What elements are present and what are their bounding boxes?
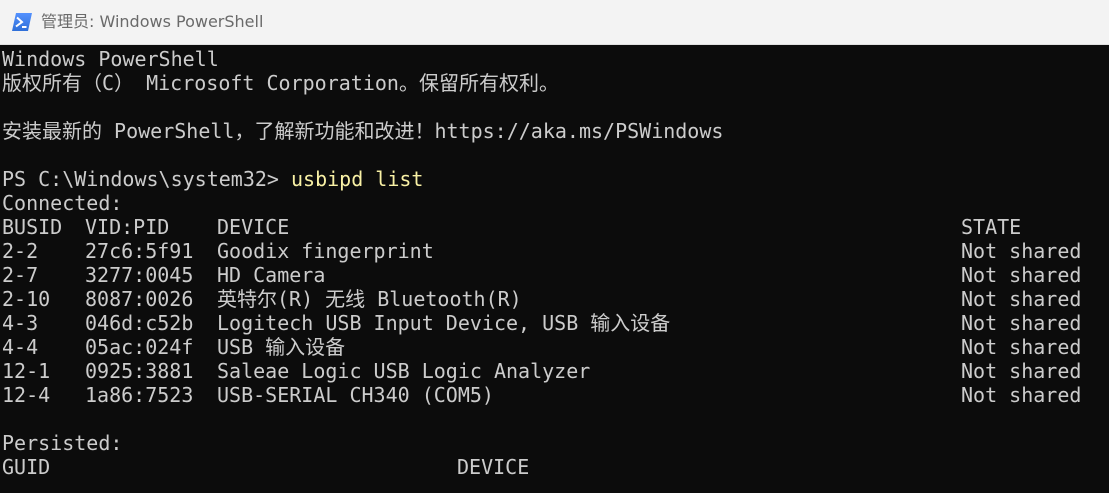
persisted-label: Persisted: (2, 431, 123, 455)
vidpid-cell: 3277:0045 (85, 263, 194, 287)
device-cell: USB 输入设备 (217, 335, 346, 359)
busid-cell: 12-1 (2, 359, 51, 383)
device-cell: Logitech USB Input Device, USB 输入设备 (217, 311, 671, 335)
title-bar[interactable]: 管理员: Windows PowerShell (0, 0, 1109, 45)
console-output[interactable]: Windows PowerShell 版权所有（C） Microsoft Cor… (0, 45, 1109, 493)
header-guid: GUID (2, 455, 51, 479)
state-cell: Not shared (961, 359, 1082, 383)
busid-cell: 2-2 (2, 239, 39, 263)
window-title: 管理员: Windows PowerShell (41, 12, 264, 31)
command-text: usbipd list (290, 167, 424, 191)
powershell-icon (12, 13, 32, 31)
state-cell: Not shared (961, 287, 1082, 311)
busid-cell: 4-4 (2, 335, 39, 359)
device-cell: 英特尔(R) 无线 Bluetooth(R) (217, 287, 522, 311)
vidpid-cell: 05ac:024f (85, 335, 194, 359)
state-cell: Not shared (961, 383, 1082, 407)
header-persisted-device: DEVICE (457, 455, 530, 479)
busid-cell: 12-4 (2, 383, 51, 407)
header-vidpid: VID:PID (85, 215, 170, 239)
vidpid-cell: 8087:0026 (85, 287, 194, 311)
busid-cell: 4-3 (2, 311, 39, 335)
prompt-line: PS C:\Windows\system32> usbipd list (2, 167, 423, 191)
device-cell: Saleae Logic USB Logic Analyzer (217, 359, 591, 383)
busid-cell: 2-10 (2, 287, 51, 311)
device-cell: USB-SERIAL CH340 (COM5) (217, 383, 494, 407)
state-cell: Not shared (961, 239, 1082, 263)
banner-line: Windows PowerShell (2, 47, 219, 71)
prompt-text: PS C:\Windows\system32> (2, 167, 291, 191)
state-cell: Not shared (961, 311, 1082, 335)
powershell-window: 管理员: Windows PowerShell Windows PowerShe… (0, 0, 1109, 493)
copyright-line: 版权所有（C） Microsoft Corporation。保留所有权利。 (2, 71, 559, 95)
header-busid: BUSID (2, 215, 63, 239)
vidpid-cell: 1a86:7523 (85, 383, 194, 407)
state-cell: Not shared (961, 263, 1082, 287)
vidpid-cell: 27c6:5f91 (85, 239, 194, 263)
connected-label: Connected: (2, 191, 123, 215)
update-notice-line: 安装最新的 PowerShell，了解新功能和改进！https://aka.ms… (2, 119, 724, 143)
header-device: DEVICE (217, 215, 290, 239)
header-state: STATE (961, 215, 1022, 239)
busid-cell: 2-7 (2, 263, 39, 287)
device-cell: Goodix fingerprint (217, 239, 434, 263)
device-cell: HD Camera (217, 263, 326, 287)
vidpid-cell: 046d:c52b (85, 311, 194, 335)
vidpid-cell: 0925:3881 (85, 359, 194, 383)
state-cell: Not shared (961, 335, 1082, 359)
